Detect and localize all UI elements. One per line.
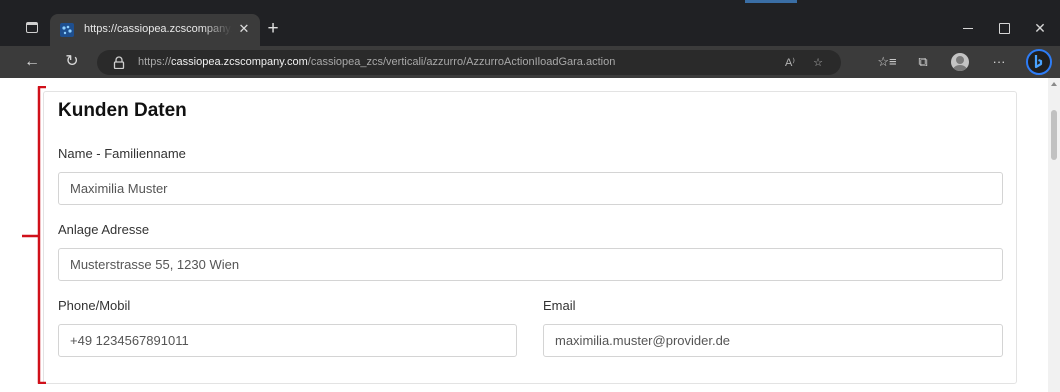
url-host: cassiopea.zcscompany.com	[171, 56, 308, 68]
more-options-icon[interactable]: ···	[989, 52, 1009, 72]
browser-toolbar: ← ↻ https://cassiopea.zcscompany.com/cas…	[0, 46, 1060, 78]
bing-chat-icon[interactable]	[1026, 49, 1052, 75]
card-title: Kunden Daten	[58, 100, 187, 121]
window-close-icon[interactable]: ✕	[1030, 18, 1050, 38]
tab-title: https://cassiopea.zcscompany.com	[84, 23, 232, 35]
add-favorite-icon[interactable]: ☆	[809, 54, 827, 72]
bing-b-icon	[1034, 55, 1043, 69]
email-field[interactable]	[543, 324, 1003, 357]
collections-icon[interactable]: ⧉	[913, 52, 933, 72]
url-scheme: https://	[138, 56, 172, 68]
name-field[interactable]	[58, 172, 1003, 205]
address-label: Anlage Adresse	[58, 222, 150, 237]
profile-avatar-icon[interactable]	[951, 53, 969, 71]
url-path: /cassiopea_zcs/verticali/azzurro/Azzurro…	[307, 56, 616, 68]
new-tab-icon[interactable]: +	[263, 19, 283, 39]
back-arrow-icon[interactable]: ←	[22, 52, 42, 72]
phone-field[interactable]	[58, 324, 517, 357]
refresh-icon[interactable]: ↻	[62, 52, 82, 72]
favorites-icon[interactable]: ☆≡	[877, 52, 897, 72]
tab-strip-accent	[745, 0, 797, 3]
phone-label: Phone/Mobil	[58, 298, 131, 313]
tab-close-icon[interactable]: ✕	[236, 21, 252, 37]
address-bar[interactable]: https://cassiopea.zcscompany.com/cassiop…	[97, 50, 841, 75]
browser-tab-strip: https://cassiopea.zcscompany.com ✕ + ✕	[0, 0, 1060, 46]
page-scrollbar[interactable]	[1048, 78, 1060, 392]
address-field[interactable]	[58, 248, 1003, 281]
minimize-icon[interactable]	[958, 18, 978, 38]
scroll-thumb[interactable]	[1051, 110, 1057, 160]
name-label: Name - Familienname	[58, 146, 186, 161]
zcs-favicon-icon	[60, 23, 74, 37]
address-url[interactable]: https://cassiopea.zcscompany.com/cassiop…	[138, 55, 615, 70]
annotation-bracket	[22, 86, 46, 384]
read-aloud-icon[interactable]: A⁾	[781, 54, 799, 72]
maximize-icon[interactable]	[994, 18, 1014, 38]
email-label: Email	[543, 298, 576, 313]
tab-active[interactable]: https://cassiopea.zcscompany.com ✕	[50, 14, 260, 46]
scroll-up-arrow-icon[interactable]	[1051, 82, 1057, 86]
lock-icon[interactable]	[113, 56, 125, 69]
tab-actions-icon[interactable]	[26, 22, 38, 33]
